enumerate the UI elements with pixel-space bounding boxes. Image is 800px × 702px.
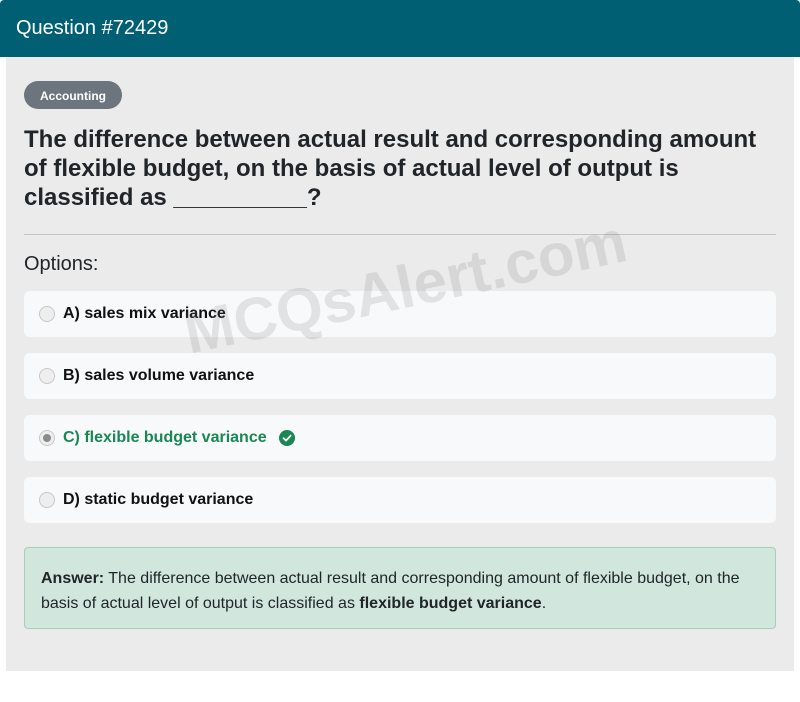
category-badge[interactable]: Accounting	[24, 81, 122, 109]
option-label: C) flexible budget variance	[63, 429, 267, 446]
option-label: D) static budget variance	[63, 491, 254, 508]
check-circle-icon	[278, 430, 295, 446]
option-label: A) sales mix variance	[63, 305, 226, 322]
option-d[interactable]: D) static budget variance	[24, 477, 776, 523]
options-heading: Options:	[24, 253, 99, 275]
answer-box: Answer: The difference between actual re…	[24, 547, 776, 629]
answer-prefix: Answer:	[41, 570, 105, 587]
divider	[24, 234, 776, 235]
option-c[interactable]: C) flexible budget variance	[24, 415, 776, 461]
radio-button[interactable]	[39, 492, 55, 508]
radio-button-selected[interactable]	[39, 430, 55, 446]
question-card: Accounting The difference between actual…	[6, 57, 794, 671]
question-text: The difference between actual result and…	[24, 126, 757, 211]
radio-button[interactable]	[39, 368, 55, 384]
option-label: B) sales volume variance	[63, 367, 255, 384]
option-b[interactable]: B) sales volume variance	[24, 353, 776, 399]
answer-highlight: flexible budget variance	[359, 595, 542, 612]
radio-button[interactable]	[39, 306, 55, 322]
page-header: Question #72429	[0, 0, 800, 57]
option-a[interactable]: A) sales mix variance	[24, 291, 776, 337]
page-title: Question #72429	[16, 17, 169, 39]
answer-suffix: .	[541, 595, 547, 612]
